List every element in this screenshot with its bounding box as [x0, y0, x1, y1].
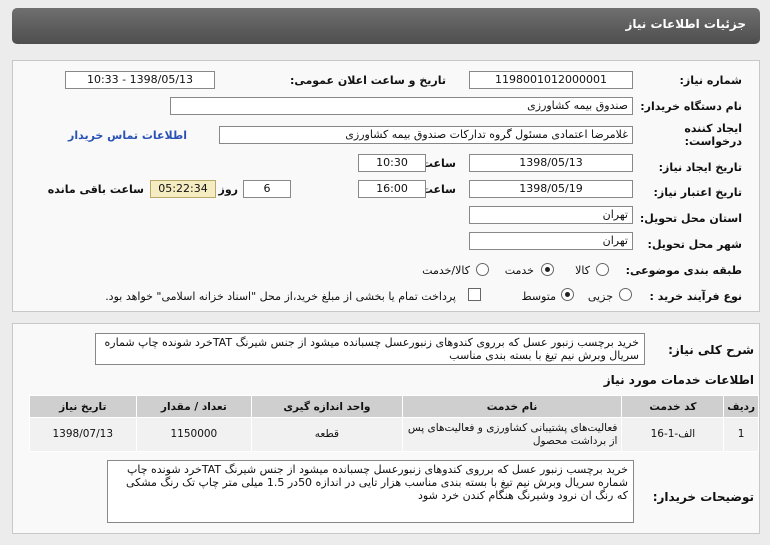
services-title: اطلاعات خدمات مورد نیاز	[603, 373, 754, 387]
services-table: ردیف کد خدمت نام خدمت واحد اندازه گیری ت…	[29, 395, 759, 452]
category-goods-service-label: کالا/خدمت	[422, 264, 470, 277]
province-label: استان محل تحویل:	[639, 212, 742, 225]
cell-qty: 1150000	[135, 417, 253, 452]
validity-date-field: 1398/05/19	[469, 180, 633, 198]
page-title: جزئیات اطلاعات نیاز	[625, 17, 746, 31]
treasury-payment-note: پرداخت تمام یا بخشی از مبلغ خرید،از محل …	[105, 290, 456, 303]
need-number-field: 1198001012000001	[469, 71, 633, 89]
created-date-label: تاریخ ایجاد نیاز:	[658, 161, 742, 174]
page-header: جزئیات اطلاعات نیاز	[12, 8, 760, 44]
announce-field: 1398/05/13 - 10:33	[65, 71, 215, 89]
col-date: تاریخ نیاز	[29, 395, 137, 418]
category-service-radio[interactable]	[541, 263, 554, 276]
cell-date: 1398/07/13	[29, 417, 137, 452]
category-goods-service-radio[interactable]	[476, 263, 489, 276]
treasury-payment-checkbox[interactable]	[468, 288, 481, 301]
created-time-field: 10:30	[358, 154, 426, 172]
validity-time-field: 16:00	[358, 180, 426, 198]
table-row: 1 الف-1-16 فعالیت‌های پشتیبانی کشاورزی و…	[29, 417, 759, 452]
created-time-label: ساعت	[421, 157, 456, 170]
buyer-notes-text: خرید برچسب زنبور عسل که برروی کندوهای زن…	[107, 460, 634, 523]
process-minor-radio[interactable]	[619, 288, 632, 301]
col-unit: واحد اندازه گیری	[251, 395, 403, 418]
category-service-label: خدمت	[504, 264, 534, 277]
city-label: شهر محل تحویل:	[647, 238, 742, 251]
col-qty: تعداد / مقدار	[135, 395, 253, 418]
days-field: 6	[243, 180, 291, 198]
services-header-row: ردیف کد خدمت نام خدمت واحد اندازه گیری ت…	[29, 395, 759, 418]
col-name: نام خدمت	[401, 395, 623, 418]
col-code: کد خدمت	[621, 395, 725, 418]
process-medium-radio[interactable]	[561, 288, 574, 301]
remaining-time-field: 05:22:34	[150, 180, 216, 198]
cell-name: فعالیت‌های پشتیبانی کشاورزی و فعالیت‌های…	[401, 417, 623, 452]
cell-row: 1	[723, 417, 759, 452]
need-number-label: شماره نیاز:	[679, 74, 742, 87]
province-field: تهران	[469, 206, 633, 224]
cell-code: الف-1-16	[621, 417, 725, 452]
requester-label-2: درخواست:	[684, 135, 742, 148]
requester-label: ایجاد کننده	[684, 122, 742, 135]
col-row: ردیف	[723, 395, 759, 418]
created-date-field: 1398/05/13	[469, 154, 633, 172]
buyer-org-field: صندوق بیمه کشاورزی	[170, 97, 633, 115]
validity-date-label: تاریخ اعتبار نیاز:	[653, 186, 742, 199]
validity-time-label: ساعت	[421, 183, 456, 196]
summary-label: شرح کلی نیاز:	[668, 343, 754, 357]
requester-field: غلامرضا اعتمادی مسئول گروه تدارکات صندوق…	[219, 126, 633, 144]
category-label: طبقه بندی موضوعی:	[625, 264, 742, 277]
process-label: نوع فرآیند خرید :	[649, 290, 742, 303]
process-medium-label: متوسط	[521, 290, 556, 303]
announce-label: تاریخ و ساعت اعلان عمومی:	[289, 74, 446, 87]
buyer-org-label: نام دستگاه خریدار:	[640, 100, 742, 113]
remaining-label: ساعت باقی مانده	[47, 183, 144, 196]
contact-info-link[interactable]: اطلاعات تماس خریدار	[68, 129, 187, 142]
buyer-notes-label: توضیحات خریدار:	[652, 490, 754, 504]
process-minor-label: جزیی	[587, 290, 613, 303]
city-field: تهران	[469, 232, 633, 250]
category-goods-radio[interactable]	[596, 263, 609, 276]
category-goods-label: کالا	[575, 264, 590, 277]
summary-text: خرید برچسب زنبور عسل که برروی کندوهای زن…	[95, 333, 645, 365]
cell-unit: قطعه	[251, 417, 403, 452]
